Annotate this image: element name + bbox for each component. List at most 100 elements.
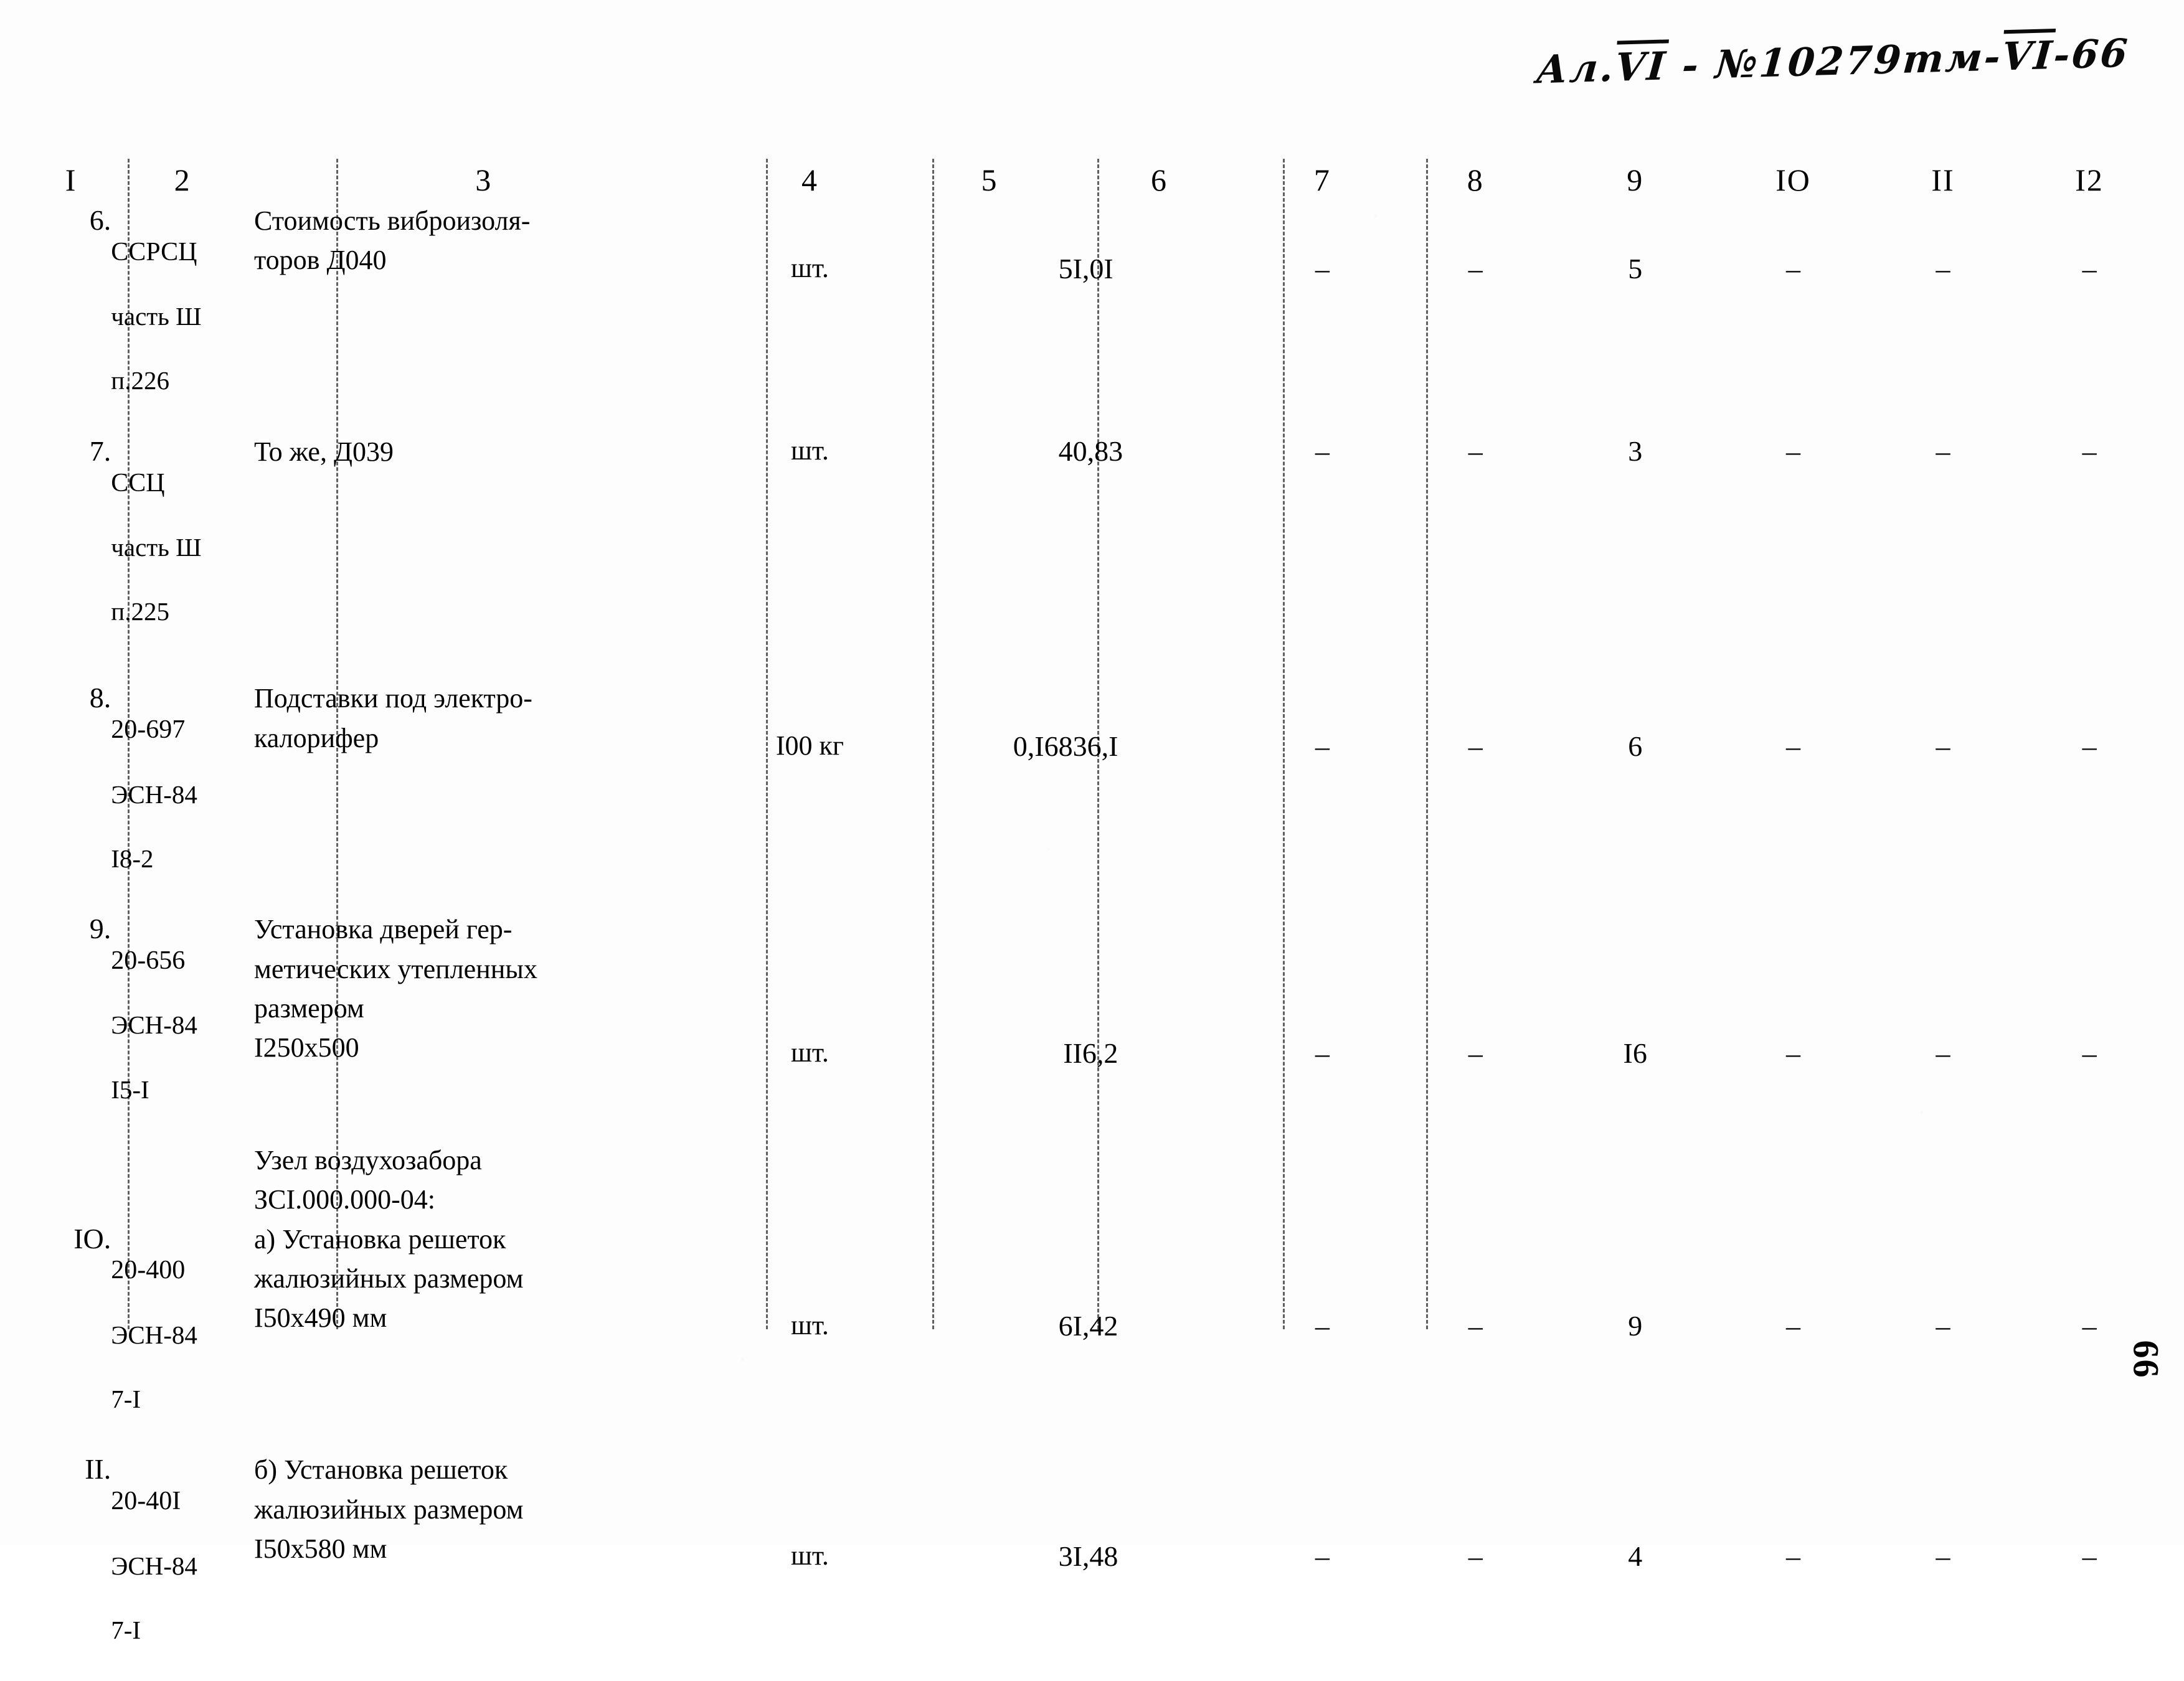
row-quantity	[906, 1141, 1072, 1220]
row-code-line-3: I5-I	[111, 1075, 149, 1104]
row-col8: –	[1468, 435, 1483, 467]
row-col9: 5	[1628, 253, 1643, 285]
row-quantity: 3	[1058, 1540, 1073, 1573]
table-row: 9. 20-656 ЭСН-84 I5-I Установка дверей г…	[31, 910, 2161, 1141]
row-col12: –	[2082, 253, 2097, 285]
row-col7: –	[1315, 1037, 1330, 1070]
row-col8: –	[1468, 730, 1483, 763]
row-col8: –	[1468, 1309, 1483, 1342]
row-col8: –	[1468, 253, 1483, 285]
handwritten-sheet-reference: Ал.VI - №10279тм-VI-66	[1534, 31, 2130, 93]
row-col7	[1246, 1141, 1399, 1220]
row-number	[31, 1141, 111, 1220]
column-header-3: 3	[475, 162, 493, 197]
column-header-11: II	[1931, 162, 1955, 197]
row-col7: –	[1315, 1540, 1330, 1573]
row-code-line-2: часть Ш	[111, 532, 202, 562]
row-col8	[1399, 1141, 1552, 1220]
row-number: 8.	[89, 682, 111, 714]
row-code: ССРСЦ часть Ш п.226	[111, 201, 254, 432]
column-header-10: IO	[1775, 162, 1811, 197]
column-rule-2	[336, 159, 338, 1329]
row-description-line-1: Установка дверей гер-	[254, 914, 513, 945]
table-row: 6. ССРСЦ часть Ш п.226 Стоимость виброиз…	[31, 201, 2161, 432]
row-code: ССЦ часть Ш п.225	[111, 432, 254, 663]
row-code: 20-40I ЭСН-84 7-I	[111, 1450, 254, 1681]
row-col10: –	[1786, 253, 1801, 285]
row-col10	[1718, 1141, 1868, 1220]
estimate-table: I 2 3 4 5 6 7 8 9 IO II I2 6. ССРСЦ част…	[31, 159, 2161, 1681]
row-description-line-1: Стоимость виброизоля-	[254, 205, 531, 236]
row-price: I,48	[1072, 1540, 1118, 1573]
row-code-line-2: ЭСН-84	[111, 1010, 197, 1040]
row-description-line-2: жалюзийных размером	[254, 1494, 524, 1525]
table-row: II. 20-40I ЭСН-84 7-I б) Установка решет…	[31, 1450, 2161, 1681]
handwritten-part-4-roman: VI	[2000, 32, 2056, 80]
row-col9	[1552, 1141, 1718, 1220]
column-header-1: I	[65, 162, 77, 197]
table-row: IO. 20-400 ЭСН-84 7-I а) Установка решет…	[31, 1220, 2161, 1451]
row-number: 9.	[89, 913, 111, 945]
column-rule-5	[1097, 159, 1099, 1329]
row-col7: –	[1315, 435, 1330, 467]
row-col10: –	[1786, 1037, 1801, 1070]
row-description-line-1: Узел воздухозабора	[254, 1144, 482, 1175]
table-header-row: I 2 3 4 5 6 7 8 9 IO II I2	[31, 159, 2161, 201]
row-description-line-4: I250x500	[254, 1032, 359, 1063]
column-rule-1	[128, 159, 130, 1329]
row-col11: –	[1936, 1037, 1950, 1070]
row-description-line-1: а) Установка решеток	[254, 1223, 506, 1255]
row-description-line-1: б) Установка решеток	[254, 1454, 508, 1486]
row-unit: шт.	[791, 1309, 829, 1340]
row-description: Узел воздухозабора ЗСI.000.000-04:	[254, 1141, 713, 1220]
column-header-7: 7	[1313, 162, 1331, 197]
row-code-line-3: I8-2	[111, 844, 154, 873]
row-description: Подставки под электро- калорифер	[254, 679, 713, 910]
column-rule-4	[932, 159, 934, 1329]
row-col12	[2018, 1141, 2161, 1220]
row-description-line-2: ЗСI.000.000-04:	[254, 1184, 435, 1215]
row-col9: 3	[1628, 435, 1643, 467]
row-code-line-3: 7-I	[111, 1385, 141, 1414]
row-description-line-3: I50x490 мм	[254, 1302, 387, 1334]
row-code-line-1: ССРСЦ	[111, 237, 197, 266]
row-description-line-2: жалюзийных размером	[254, 1263, 524, 1294]
handwritten-part-3: - №10279тм-	[1665, 34, 2004, 89]
row-unit	[713, 1141, 906, 1220]
row-code	[111, 1141, 254, 1220]
column-header-12: I2	[2075, 162, 2104, 197]
row-unit: шт.	[791, 1540, 829, 1571]
estimate-table-container: I 2 3 4 5 6 7 8 9 IO II I2 6. ССРСЦ част…	[0, 159, 2184, 1681]
row-col11: –	[1936, 1540, 1950, 1573]
row-number: 6.	[89, 204, 111, 236]
row-description-line-2: торов Д040	[254, 245, 387, 276]
row-code: 20-400 ЭСН-84 7-I	[111, 1220, 254, 1451]
document-page: Ал.VI - №10279тм-VI-66 I 2 3 4 5 6 7 8 9…	[0, 0, 2184, 1644]
row-quantity: 5	[1058, 253, 1073, 285]
row-quantity: 4	[1058, 435, 1073, 467]
row-col12: –	[2082, 1309, 2097, 1342]
row-unit: шт.	[791, 435, 829, 466]
row-col8: –	[1468, 1037, 1483, 1070]
row-col7: –	[1315, 730, 1330, 763]
handwritten-part-5: -66	[2052, 30, 2131, 78]
row-col10: –	[1786, 1540, 1801, 1573]
row-description-line-1: Подставки под электро-	[254, 683, 532, 714]
table-row: 8. 20-697 ЭСН-84 I8-2 Подставки под элек…	[31, 679, 2161, 910]
row-description: Стоимость виброизоля- торов Д040	[254, 201, 713, 432]
column-header-4: 4	[801, 162, 818, 197]
row-description: То же, Д039	[254, 432, 713, 663]
column-header-9: 9	[1627, 162, 1644, 197]
row-col11: –	[1936, 253, 1950, 285]
row-description-line-2: калорифер	[254, 722, 379, 753]
row-description: а) Установка решеток жалюзийных размером…	[254, 1220, 713, 1451]
row-col8: –	[1468, 1540, 1483, 1573]
row-col9: I6	[1623, 1037, 1647, 1070]
row-col10: –	[1786, 730, 1801, 763]
row-code: 20-656 ЭСН-84 I5-I	[111, 910, 254, 1141]
table-row: 7. ССЦ часть Ш п.225 То же, Д039 шт. 4 0…	[31, 432, 2161, 663]
row-number: IO.	[73, 1222, 111, 1255]
row-col11: –	[1936, 1309, 1950, 1342]
row-quantity: 0,I68	[1013, 730, 1073, 763]
column-rule-3	[766, 159, 768, 1329]
